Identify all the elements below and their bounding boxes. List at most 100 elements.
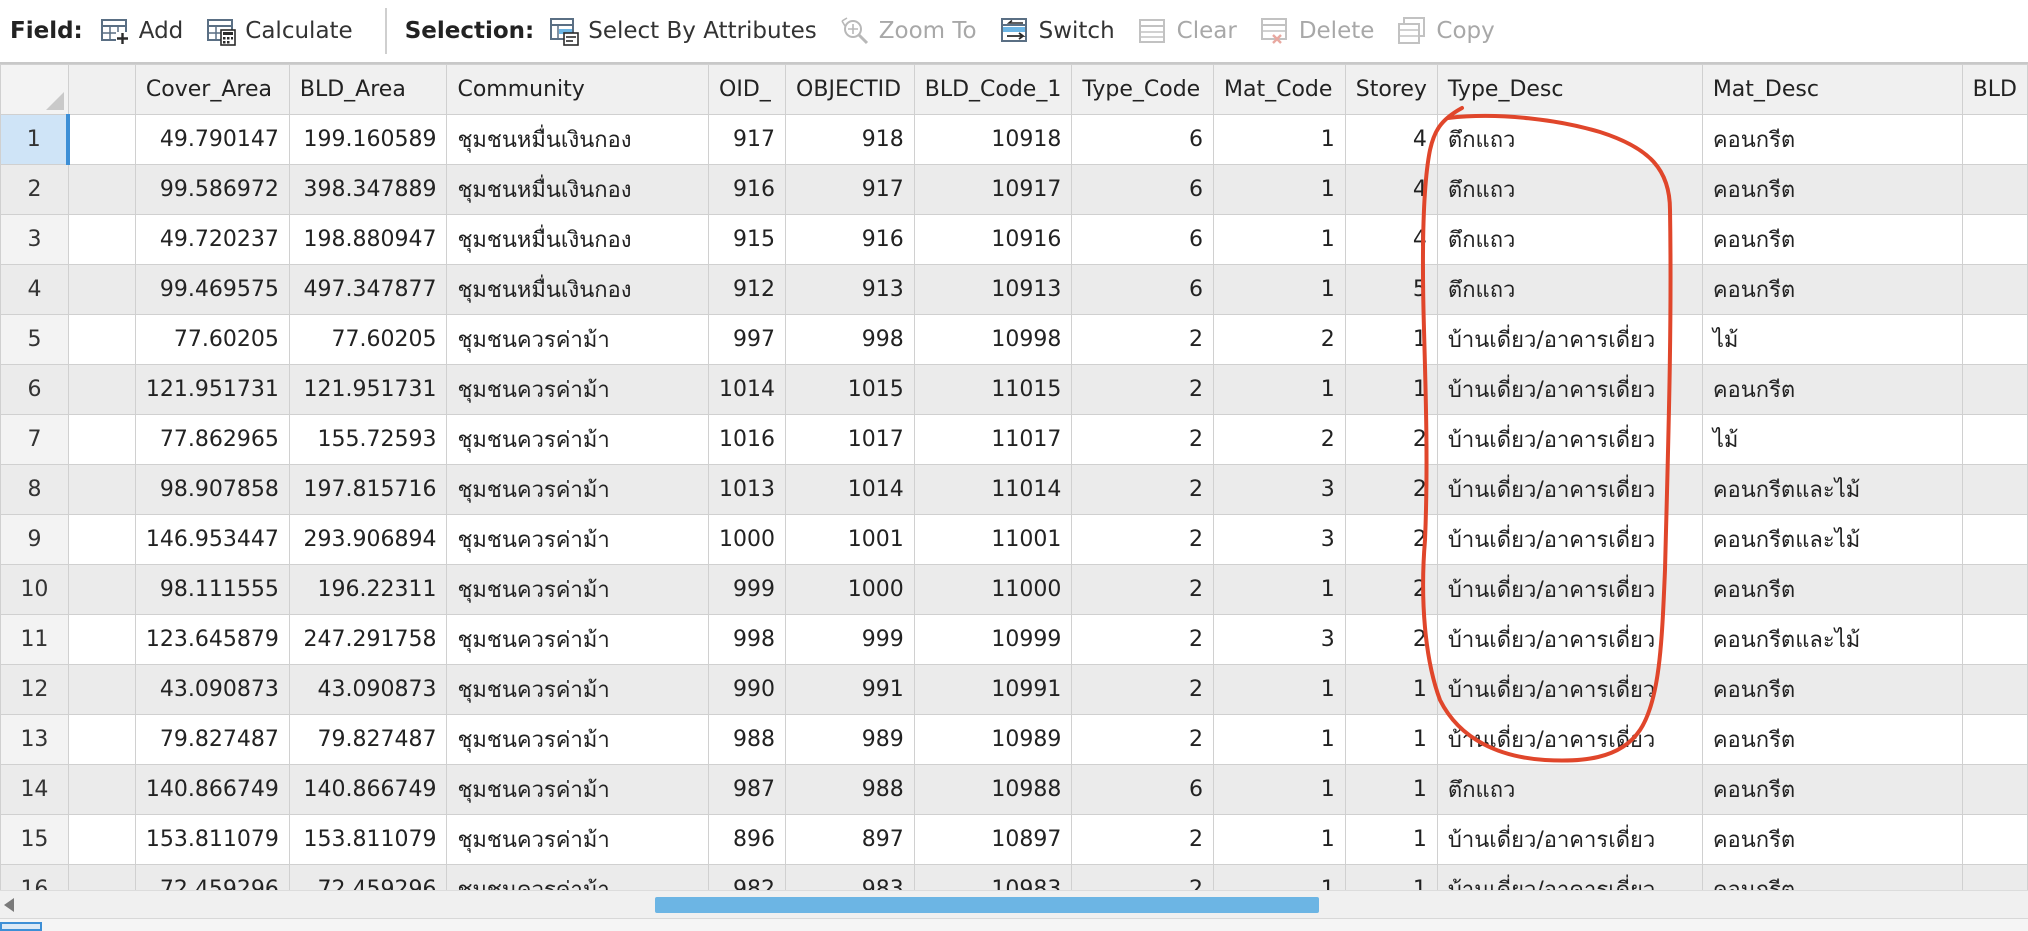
mat-code-cell[interactable]: 1 — [1213, 814, 1346, 865]
table-row[interactable]: 9 146.953447 293.906894 ชุมชนควรค่าม้า 1000 1… — [0, 514, 2028, 565]
row-number[interactable]: 4 — [0, 264, 69, 315]
cover-area-cell[interactable]: 77.862965 — [134, 414, 290, 465]
table-row[interactable]: 3 49.720237 198.880947 ชุมชนหมื่นเงินกอง 915… — [0, 214, 2028, 265]
type-desc-cell[interactable]: บ้านเดี่ยว/อาคารเดี่ยว — [1436, 864, 1703, 890]
bld-area-cell[interactable]: 140.866749 — [288, 764, 448, 815]
mat-code-cell[interactable]: 1 — [1213, 114, 1346, 165]
objectid-cell[interactable]: 989 — [785, 714, 915, 765]
mat-desc-cell[interactable]: คอนกรีตและไม้ — [1701, 464, 1963, 515]
mat-code-cell[interactable]: 1 — [1213, 164, 1346, 215]
horizontal-scrollbar[interactable] — [0, 890, 2028, 919]
community-cell[interactable]: ชุมชนควรค่าม้า — [446, 414, 710, 465]
mat-code-cell[interactable]: 1 — [1213, 364, 1346, 415]
bld-truncated-cell[interactable] — [1961, 564, 2028, 615]
oid-cell[interactable]: 987 — [708, 764, 787, 815]
oid-cell[interactable]: 896 — [708, 814, 787, 865]
table-row[interactable]: 1672.45929672.459296ชุมชนควรค่าม้า982983… — [0, 864, 2028, 890]
storey-cell[interactable]: 1 — [1344, 714, 1438, 765]
row-number[interactable]: 14 — [0, 764, 69, 815]
column-header-blank[interactable] — [67, 64, 136, 115]
community-cell[interactable]: ชุมชนควรค่าม้า — [446, 314, 710, 365]
type-code-cell[interactable]: 2 — [1071, 864, 1215, 890]
bld-truncated-cell[interactable] — [1961, 414, 2028, 465]
blank-cell[interactable] — [67, 514, 136, 565]
column-header-bld-truncated[interactable]: BLD — [1961, 64, 2028, 115]
horizontal-scroll-thumb[interactable] — [655, 897, 1319, 913]
storey-cell[interactable]: 1 — [1344, 814, 1438, 865]
bld-truncated-cell[interactable] — [1961, 714, 2028, 765]
mat-desc-cell[interactable]: คอนกรีต — [1701, 664, 1963, 715]
bld-code-1-cell[interactable]: 10998 — [913, 314, 1073, 365]
mat-desc-cell[interactable]: คอนกรีต — [1701, 864, 1963, 890]
select-all-corner[interactable] — [0, 64, 69, 115]
storey-cell[interactable]: 2 — [1344, 464, 1438, 515]
column-header-storey[interactable]: Storey — [1344, 64, 1438, 115]
type-desc-cell[interactable]: บ้านเดี่ยว/อาคารเดี่ยว — [1436, 464, 1703, 515]
storey-cell[interactable]: 2 — [1344, 514, 1438, 565]
mat-code-cell[interactable]: 1 — [1213, 764, 1346, 815]
blank-cell[interactable] — [67, 364, 136, 415]
type-desc-cell[interactable]: ตึกแถว — [1436, 164, 1703, 215]
column-header-cover-area[interactable]: Cover_Area — [134, 64, 290, 115]
column-header-oid[interactable]: OID_ — [708, 64, 787, 115]
mat-code-cell[interactable]: 2 — [1213, 414, 1346, 465]
table-row[interactable]: 1 49.790147 199.160589 ชุมชนหมื่นเงินกอง 917… — [0, 114, 2028, 165]
bld-code-1-cell[interactable]: 10897 — [913, 814, 1073, 865]
oid-cell[interactable]: 997 — [708, 314, 787, 365]
bld-truncated-cell[interactable] — [1961, 514, 2028, 565]
blank-cell[interactable] — [67, 814, 136, 865]
blank-cell[interactable] — [67, 314, 136, 365]
bld-area-cell[interactable]: 398.347889 — [288, 164, 448, 215]
mat-desc-cell[interactable]: คอนกรีต — [1701, 364, 1963, 415]
bld-area-cell[interactable]: 199.160589 — [288, 114, 448, 165]
type-desc-cell[interactable]: ตึกแถว — [1436, 264, 1703, 315]
cover-area-cell[interactable]: 98.111555 — [134, 564, 290, 615]
bld-truncated-cell[interactable] — [1961, 664, 2028, 715]
type-code-cell[interactable]: 2 — [1071, 414, 1215, 465]
oid-cell[interactable]: 912 — [708, 264, 787, 315]
mat-code-cell[interactable]: 1 — [1213, 214, 1346, 265]
bld-code-1-cell[interactable]: 10991 — [913, 664, 1073, 715]
cover-area-cell[interactable]: 49.790147 — [134, 114, 290, 165]
bld-area-cell[interactable]: 497.347877 — [288, 264, 448, 315]
blank-cell[interactable] — [67, 564, 136, 615]
cover-area-cell[interactable]: 99.586972 — [134, 164, 290, 215]
row-number[interactable]: 10 — [0, 564, 69, 615]
table-row[interactable]: 15 153.811079 153.811079 ชุมชนควรค่าม้า 896 8… — [0, 814, 2028, 865]
oid-cell[interactable]: 982 — [708, 864, 787, 890]
row-number[interactable]: 5 — [0, 314, 69, 365]
blank-cell[interactable] — [67, 714, 136, 765]
type-desc-cell[interactable]: ตึกแถว — [1436, 764, 1703, 815]
row-number[interactable]: 6 — [0, 364, 69, 415]
objectid-cell[interactable]: 913 — [785, 264, 915, 315]
objectid-cell[interactable]: 918 — [785, 114, 915, 165]
community-cell[interactable]: ชุมชนควรค่าม้า — [446, 564, 710, 615]
cover-area-cell[interactable]: 123.645879 — [134, 614, 290, 665]
objectid-cell[interactable]: 916 — [785, 214, 915, 265]
oid-cell[interactable]: 999 — [708, 564, 787, 615]
row-number[interactable]: 13 — [0, 714, 69, 765]
type-desc-cell[interactable]: บ้านเดี่ยว/อาคารเดี่ยว — [1436, 814, 1703, 865]
type-code-cell[interactable]: 2 — [1071, 464, 1215, 515]
community-cell[interactable]: ชุมชนควรค่าม้า — [446, 464, 710, 515]
row-number[interactable]: 1 — [0, 114, 71, 165]
bld-code-1-cell[interactable]: 11001 — [913, 514, 1073, 565]
community-cell[interactable]: ชุมชนควรค่าม้า — [446, 764, 710, 815]
blank-cell[interactable] — [67, 464, 136, 515]
table-row[interactable]: 11 123.645879 247.291758 ชุมชนควรค่าม้า 998 9… — [0, 614, 2028, 665]
community-cell[interactable]: ชุมชนหมื่นเงินกอง — [446, 214, 710, 265]
mat-desc-cell[interactable]: ไม้ — [1701, 314, 1963, 365]
type-desc-cell[interactable]: บ้านเดี่ยว/อาคารเดี่ยว — [1436, 664, 1703, 715]
bld-truncated-cell[interactable] — [1961, 864, 2028, 890]
row-number[interactable]: 15 — [0, 814, 69, 865]
row-number[interactable]: 12 — [0, 664, 69, 715]
blank-cell[interactable] — [67, 164, 136, 215]
objectid-cell[interactable]: 999 — [785, 614, 915, 665]
storey-cell[interactable]: 4 — [1344, 114, 1438, 165]
cover-area-cell[interactable]: 140.866749 — [134, 764, 290, 815]
type-desc-cell[interactable]: บ้านเดี่ยว/อาคารเดี่ยว — [1436, 714, 1703, 765]
blank-cell[interactable] — [67, 414, 136, 465]
bld-area-cell[interactable]: 293.906894 — [288, 514, 448, 565]
blank-cell[interactable] — [67, 664, 136, 715]
community-cell[interactable]: ชุมชนควรค่าม้า — [446, 864, 710, 890]
